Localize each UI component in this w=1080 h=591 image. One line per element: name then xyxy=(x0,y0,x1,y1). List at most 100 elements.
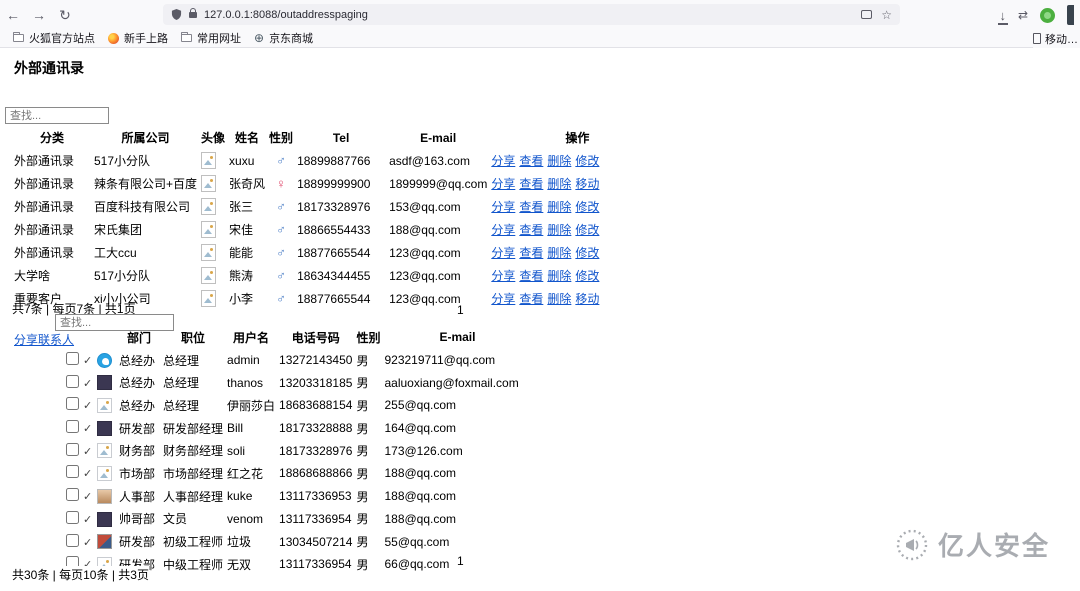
gender-icon: ♂ xyxy=(276,268,286,283)
action-link[interactable]: 移动 xyxy=(575,292,599,306)
external-page-number[interactable]: 1 xyxy=(457,303,464,317)
address-bar[interactable]: 127.0.0.1:8088/outaddresspaging ☆ xyxy=(163,4,900,25)
page-action-icon[interactable] xyxy=(861,10,873,19)
gender-icon: ♂ xyxy=(276,153,286,168)
username-cell: 垃圾 xyxy=(227,535,252,550)
contact-row: ✓ 总经办 总经理 thanos 13203318185 男 aaluoxian… xyxy=(64,371,532,394)
check-icon: ✓ xyxy=(83,400,93,413)
action-link[interactable]: 分享 xyxy=(491,200,515,214)
check-cell: ✓ xyxy=(81,349,95,372)
check-icon: ✓ xyxy=(83,468,93,481)
bookmark-item[interactable]: 常用网址 xyxy=(181,30,241,46)
action-link[interactable]: 分享 xyxy=(491,223,515,237)
col-checkbox xyxy=(64,326,81,349)
company-cell: 百度科技有限公司 xyxy=(94,200,191,214)
action-link[interactable]: 查看 xyxy=(519,200,543,214)
username-cell: 无双 xyxy=(227,557,252,572)
col-position: 职位 xyxy=(181,330,206,345)
action-link[interactable]: 查看 xyxy=(519,246,543,260)
col-actions: 操作 xyxy=(565,131,590,145)
extension-icon[interactable] xyxy=(1040,7,1055,23)
action-link[interactable]: 删除 xyxy=(547,177,571,191)
refresh-button[interactable]: ↻ xyxy=(52,4,78,26)
tel-cell: 18634344455 xyxy=(297,268,371,283)
position-cell: 研发部经理 xyxy=(163,421,224,436)
contact-checkbox[interactable] xyxy=(66,374,79,388)
action-link[interactable]: 删除 xyxy=(547,200,571,214)
contact-checkbox[interactable] xyxy=(66,442,79,456)
email-cell: 188@qq.com xyxy=(384,489,457,504)
action-link[interactable]: 删除 xyxy=(547,292,571,306)
action-link[interactable]: 查看 xyxy=(519,177,543,191)
action-link[interactable]: 分享 xyxy=(491,269,515,283)
checkbox-cell xyxy=(64,439,81,462)
avatar-placeholder-icon xyxy=(201,244,217,261)
action-link[interactable]: 查看 xyxy=(519,269,543,283)
contact-row: ✓ 人事部 人事部经理 kuke 13117336953 男 188@qq.co… xyxy=(64,485,532,508)
position-cell: 市场部经理 xyxy=(163,466,224,481)
action-link[interactable]: 分享 xyxy=(491,177,515,191)
action-link[interactable]: 修改 xyxy=(575,269,599,283)
action-link[interactable]: 修改 xyxy=(575,246,599,260)
action-link[interactable]: 移动 xyxy=(575,177,599,191)
actions-cell: 分享 查看 删除 修改 xyxy=(489,218,605,241)
contact-checkbox[interactable] xyxy=(66,397,79,411)
username-cell: thanos xyxy=(227,375,264,390)
email-cell: 188@qq.com xyxy=(384,466,457,481)
contact-checkbox[interactable] xyxy=(66,465,79,479)
back-button[interactable]: ← xyxy=(0,4,26,26)
action-link[interactable]: 查看 xyxy=(519,292,543,306)
action-link[interactable]: 修改 xyxy=(575,154,599,168)
external-search-input[interactable] xyxy=(5,107,109,124)
col-dept: 部门 xyxy=(126,330,151,345)
bookmark-item[interactable]: 火狐官方站点 xyxy=(13,30,95,46)
action-link[interactable]: 删除 xyxy=(547,223,571,237)
internal-contacts-table: 部门 职位 用户名 电话号码 性别 E-mail ✓ 总经办 总经理 admin… xyxy=(64,326,532,576)
category-cell: 外部通讯录 xyxy=(14,223,75,237)
action-link[interactable]: 修改 xyxy=(575,223,599,237)
contact-checkbox[interactable] xyxy=(66,488,79,502)
email-cell: 55@qq.com xyxy=(384,534,450,549)
bookmarks-overflow[interactable]: 移动… xyxy=(1033,29,1080,48)
sync-icon[interactable]: ⇄ xyxy=(1018,8,1028,22)
phone-cell: 18868688866 xyxy=(279,466,353,481)
action-link[interactable]: 查看 xyxy=(519,154,543,168)
bookmark-star-icon[interactable]: ☆ xyxy=(881,8,892,22)
forward-button[interactable]: → xyxy=(26,4,52,26)
category-cell: 外部通讯录 xyxy=(14,177,75,191)
contacts-page-number[interactable]: 1 xyxy=(457,554,464,568)
dept-cell: 研发部 xyxy=(119,535,156,550)
bookmark-item[interactable]: 新手上路 xyxy=(108,30,168,46)
contact-checkbox[interactable] xyxy=(66,533,79,547)
gender-icon: ♂ xyxy=(276,199,286,214)
dept-cell: 总经办 xyxy=(119,353,156,368)
avatar-cell xyxy=(199,149,227,172)
gender-cell: 男 xyxy=(356,512,369,527)
bookmark-item[interactable]: ⊕ 京东商城 xyxy=(254,30,313,46)
check-cell: ✓ xyxy=(81,371,95,394)
action-link[interactable]: 分享 xyxy=(491,154,515,168)
action-link[interactable]: 删除 xyxy=(547,269,571,283)
action-link[interactable]: 查看 xyxy=(519,223,543,237)
action-link[interactable]: 删除 xyxy=(547,154,571,168)
action-link[interactable]: 分享 xyxy=(491,292,515,306)
check-cell: ✓ xyxy=(81,417,95,440)
contact-checkbox[interactable] xyxy=(66,510,79,524)
email-cell: 123@qq.com xyxy=(389,268,461,283)
contact-checkbox[interactable] xyxy=(66,352,79,366)
dept-cell: 帅哥部 xyxy=(119,512,156,527)
company-cell: 517小分队 xyxy=(94,154,151,168)
gender-cell: 男 xyxy=(356,557,369,572)
check-cell: ✓ xyxy=(81,394,95,417)
contact-checkbox[interactable] xyxy=(66,420,79,434)
download-icon[interactable]: ↓ xyxy=(998,9,1008,25)
email-cell: 123@qq.com xyxy=(389,291,461,306)
action-link[interactable]: 删除 xyxy=(547,246,571,260)
email-cell: 188@qq.com xyxy=(384,511,457,526)
folder-icon xyxy=(13,32,24,42)
action-link[interactable]: 分享 xyxy=(491,246,515,260)
watermark-text: 亿人安全 xyxy=(937,531,1050,561)
contact-row: ✓ 研发部 研发部经理 Bill 18173328888 男 164@qq.co… xyxy=(64,417,532,440)
action-link[interactable]: 修改 xyxy=(575,200,599,214)
firefox-icon xyxy=(108,32,119,44)
